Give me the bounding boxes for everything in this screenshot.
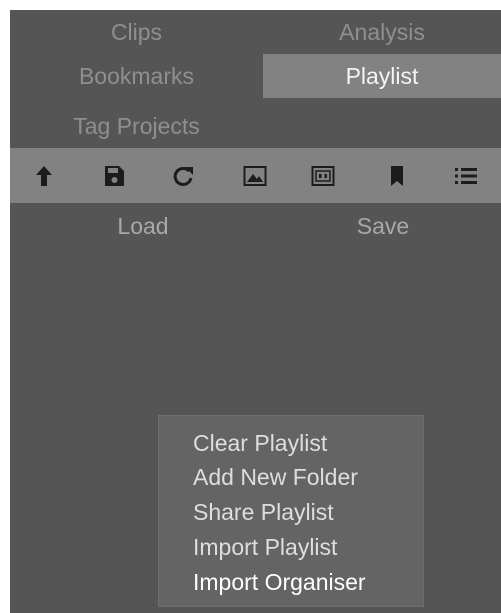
save-playlist-button[interactable]	[94, 148, 134, 203]
tab-analysis[interactable]: Analysis	[263, 10, 501, 54]
menu-item-share-playlist[interactable]: Share Playlist	[193, 495, 334, 529]
playlist-panel: Clips Analysis Bookmarks Playlist Tag Pr…	[10, 10, 501, 613]
upload-button[interactable]	[24, 148, 64, 203]
menu-item-add-new-folder[interactable]: Add New Folder	[193, 460, 358, 494]
film-frame-icon	[311, 165, 335, 186]
image-button[interactable]	[235, 148, 275, 203]
bookmark-icon	[391, 165, 403, 186]
tab-clips[interactable]: Clips	[10, 10, 263, 54]
frame-button[interactable]	[303, 148, 343, 203]
refresh-icon	[173, 166, 193, 186]
tab-bookmarks[interactable]: Bookmarks	[10, 54, 263, 98]
menu-item-clear-playlist[interactable]: Clear Playlist	[193, 426, 327, 460]
menu-item-import-organiser[interactable]: Import Organiser	[193, 565, 366, 599]
tab-playlist[interactable]: Playlist	[263, 54, 501, 98]
load-button[interactable]: Load	[70, 208, 216, 244]
list-button[interactable]	[446, 148, 486, 203]
save-disk-icon	[105, 165, 124, 186]
playlist-toolbar	[10, 148, 501, 203]
list-icon	[455, 167, 477, 184]
image-icon	[243, 165, 267, 186]
menu-item-import-playlist[interactable]: Import Playlist	[193, 530, 337, 564]
refresh-button[interactable]	[163, 148, 203, 203]
save-button[interactable]: Save	[310, 208, 456, 244]
bookmark-button[interactable]	[377, 148, 417, 203]
tab-tag-projects[interactable]: Tag Projects	[10, 104, 263, 148]
playlist-context-menu: Clear Playlist Add New Folder Share Play…	[158, 415, 424, 607]
upload-arrow-icon	[36, 165, 52, 186]
